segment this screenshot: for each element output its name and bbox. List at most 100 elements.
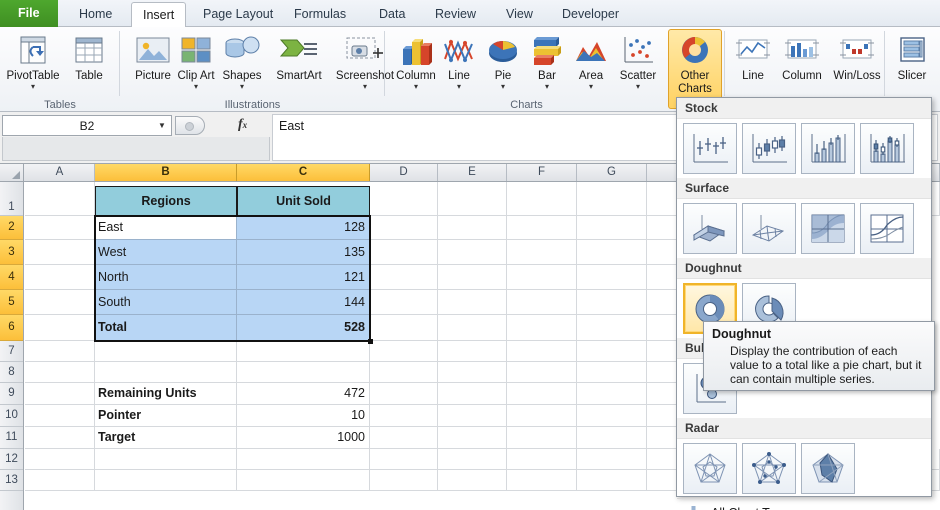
ribbon-button-sparkline-column[interactable]: Column <box>775 30 829 82</box>
cell-b8[interactable] <box>95 362 237 383</box>
chevron-down-icon[interactable]: ▼ <box>158 121 166 130</box>
cell-d4[interactable] <box>370 265 438 290</box>
cell-f9[interactable] <box>507 383 577 405</box>
cell-e4[interactable] <box>438 265 507 290</box>
gallery-item-stock-vhlc[interactable] <box>801 123 855 174</box>
column-header-e[interactable]: E <box>438 164 507 181</box>
cell-f11[interactable] <box>507 427 577 449</box>
row-header-11[interactable]: 11 <box>0 427 23 449</box>
row-header-8[interactable]: 8 <box>0 362 23 383</box>
cell-a2[interactable] <box>25 216 95 240</box>
cell-g12[interactable] <box>577 449 647 470</box>
name-box-divider[interactable] <box>175 116 205 135</box>
chevron-down-icon[interactable]: ▾ <box>437 82 481 91</box>
cell-e9[interactable] <box>438 383 507 405</box>
ribbon-button-sparkline-winloss[interactable]: Win/Loss <box>829 30 885 82</box>
gallery-item-stock-vohlc[interactable] <box>860 123 914 174</box>
cell-g7[interactable] <box>577 341 647 362</box>
cell-g6[interactable] <box>577 315 647 341</box>
cell-f1[interactable] <box>507 182 577 216</box>
cell-f5[interactable] <box>507 290 577 315</box>
cell-a5[interactable] <box>25 290 95 315</box>
cell-d7[interactable] <box>370 341 438 362</box>
cell-b6[interactable]: Total <box>95 315 237 341</box>
cell-a11[interactable] <box>25 427 95 449</box>
cell-c13[interactable] <box>237 470 370 491</box>
chevron-down-icon[interactable]: ▾ <box>525 82 569 91</box>
chevron-down-icon[interactable]: ▾ <box>216 82 268 91</box>
all-chart-types-item[interactable]: All Chart Types... <box>677 498 931 510</box>
cell-d9[interactable] <box>370 383 438 405</box>
cell-f10[interactable] <box>507 405 577 427</box>
ribbon-button-table[interactable]: Table <box>58 30 120 82</box>
cell-d3[interactable] <box>370 240 438 265</box>
chevron-down-icon[interactable]: ▾ <box>2 82 64 91</box>
cell-b12[interactable] <box>95 449 237 470</box>
gallery-item-surface-wireframe-contour[interactable] <box>860 203 914 254</box>
cell-f2[interactable] <box>507 216 577 240</box>
gallery-item-radar-markers[interactable] <box>742 443 796 494</box>
select-all-button[interactable] <box>0 164 24 181</box>
chevron-down-icon[interactable]: ▾ <box>391 82 441 91</box>
cell-a10[interactable] <box>25 405 95 427</box>
tab-file[interactable]: File <box>0 0 58 27</box>
cell-d6[interactable] <box>370 315 438 341</box>
cell-b11[interactable]: Target <box>95 427 237 449</box>
cell-c12[interactable] <box>237 449 370 470</box>
cell-b2[interactable]: East <box>95 216 237 240</box>
ribbon-button-pivottable[interactable]: PivotTable ▾ <box>2 30 64 91</box>
gallery-item-surface-contour[interactable] <box>801 203 855 254</box>
cell-a6[interactable] <box>25 315 95 341</box>
row-header-13[interactable]: 13 <box>0 470 23 491</box>
chevron-down-icon[interactable]: ▾ <box>175 82 217 91</box>
row-header-12[interactable]: 12 <box>0 449 23 470</box>
fill-handle[interactable] <box>368 339 373 344</box>
cell-g5[interactable] <box>577 290 647 315</box>
cell-c10[interactable]: 10 <box>237 405 370 427</box>
cell-e11[interactable] <box>438 427 507 449</box>
cell-b9[interactable]: Remaining Units <box>95 383 237 405</box>
cell-e12[interactable] <box>438 449 507 470</box>
tab-view[interactable]: View <box>495 3 544 27</box>
cell-c4[interactable]: 121 <box>237 265 370 290</box>
cell-e3[interactable] <box>438 240 507 265</box>
cell-a12[interactable] <box>25 449 95 470</box>
row-header-6[interactable]: 6 <box>0 315 23 341</box>
cell-c3[interactable]: 135 <box>237 240 370 265</box>
cell-b4[interactable]: North <box>95 265 237 290</box>
gallery-item-radar-filled[interactable] <box>801 443 855 494</box>
ribbon-button-smartart[interactable]: SmartArt <box>268 30 330 82</box>
cell-f12[interactable] <box>507 449 577 470</box>
ribbon-button-clipart[interactable]: Clip Art ▾ <box>175 30 217 91</box>
cell-c8[interactable] <box>237 362 370 383</box>
cell-d10[interactable] <box>370 405 438 427</box>
row-header-1[interactable]: 1 <box>0 182 23 216</box>
column-header-f[interactable]: F <box>507 164 577 181</box>
row-header-4[interactable]: 4 <box>0 265 23 290</box>
gallery-item-radar[interactable] <box>683 443 737 494</box>
chevron-down-icon[interactable]: ▾ <box>613 82 663 91</box>
cell-f8[interactable] <box>507 362 577 383</box>
cell-d2[interactable] <box>370 216 438 240</box>
ribbon-button-shapes[interactable]: Shapes ▾ <box>216 30 268 91</box>
cell-b5[interactable]: South <box>95 290 237 315</box>
cell-d5[interactable] <box>370 290 438 315</box>
cell-g2[interactable] <box>577 216 647 240</box>
chevron-down-icon[interactable]: ▾ <box>481 82 525 91</box>
tab-page-layout[interactable]: Page Layout <box>192 3 284 27</box>
cell-d11[interactable] <box>370 427 438 449</box>
tab-home[interactable]: Home <box>68 3 123 27</box>
cell-c2[interactable]: 128 <box>237 216 370 240</box>
tab-review[interactable]: Review <box>424 3 487 27</box>
cell-f3[interactable] <box>507 240 577 265</box>
tab-data[interactable]: Data <box>368 3 416 27</box>
cell-c6[interactable]: 528 <box>237 315 370 341</box>
gallery-item-stock-ohlc[interactable] <box>742 123 796 174</box>
ribbon-button-scatter-chart[interactable]: Scatter ▾ <box>613 30 663 91</box>
ribbon-button-column-chart[interactable]: Column ▾ <box>391 30 441 91</box>
cell-b3[interactable]: West <box>95 240 237 265</box>
cell-b13[interactable] <box>95 470 237 491</box>
cell-c7[interactable] <box>237 341 370 362</box>
cell-a9[interactable] <box>25 383 95 405</box>
cell-e10[interactable] <box>438 405 507 427</box>
